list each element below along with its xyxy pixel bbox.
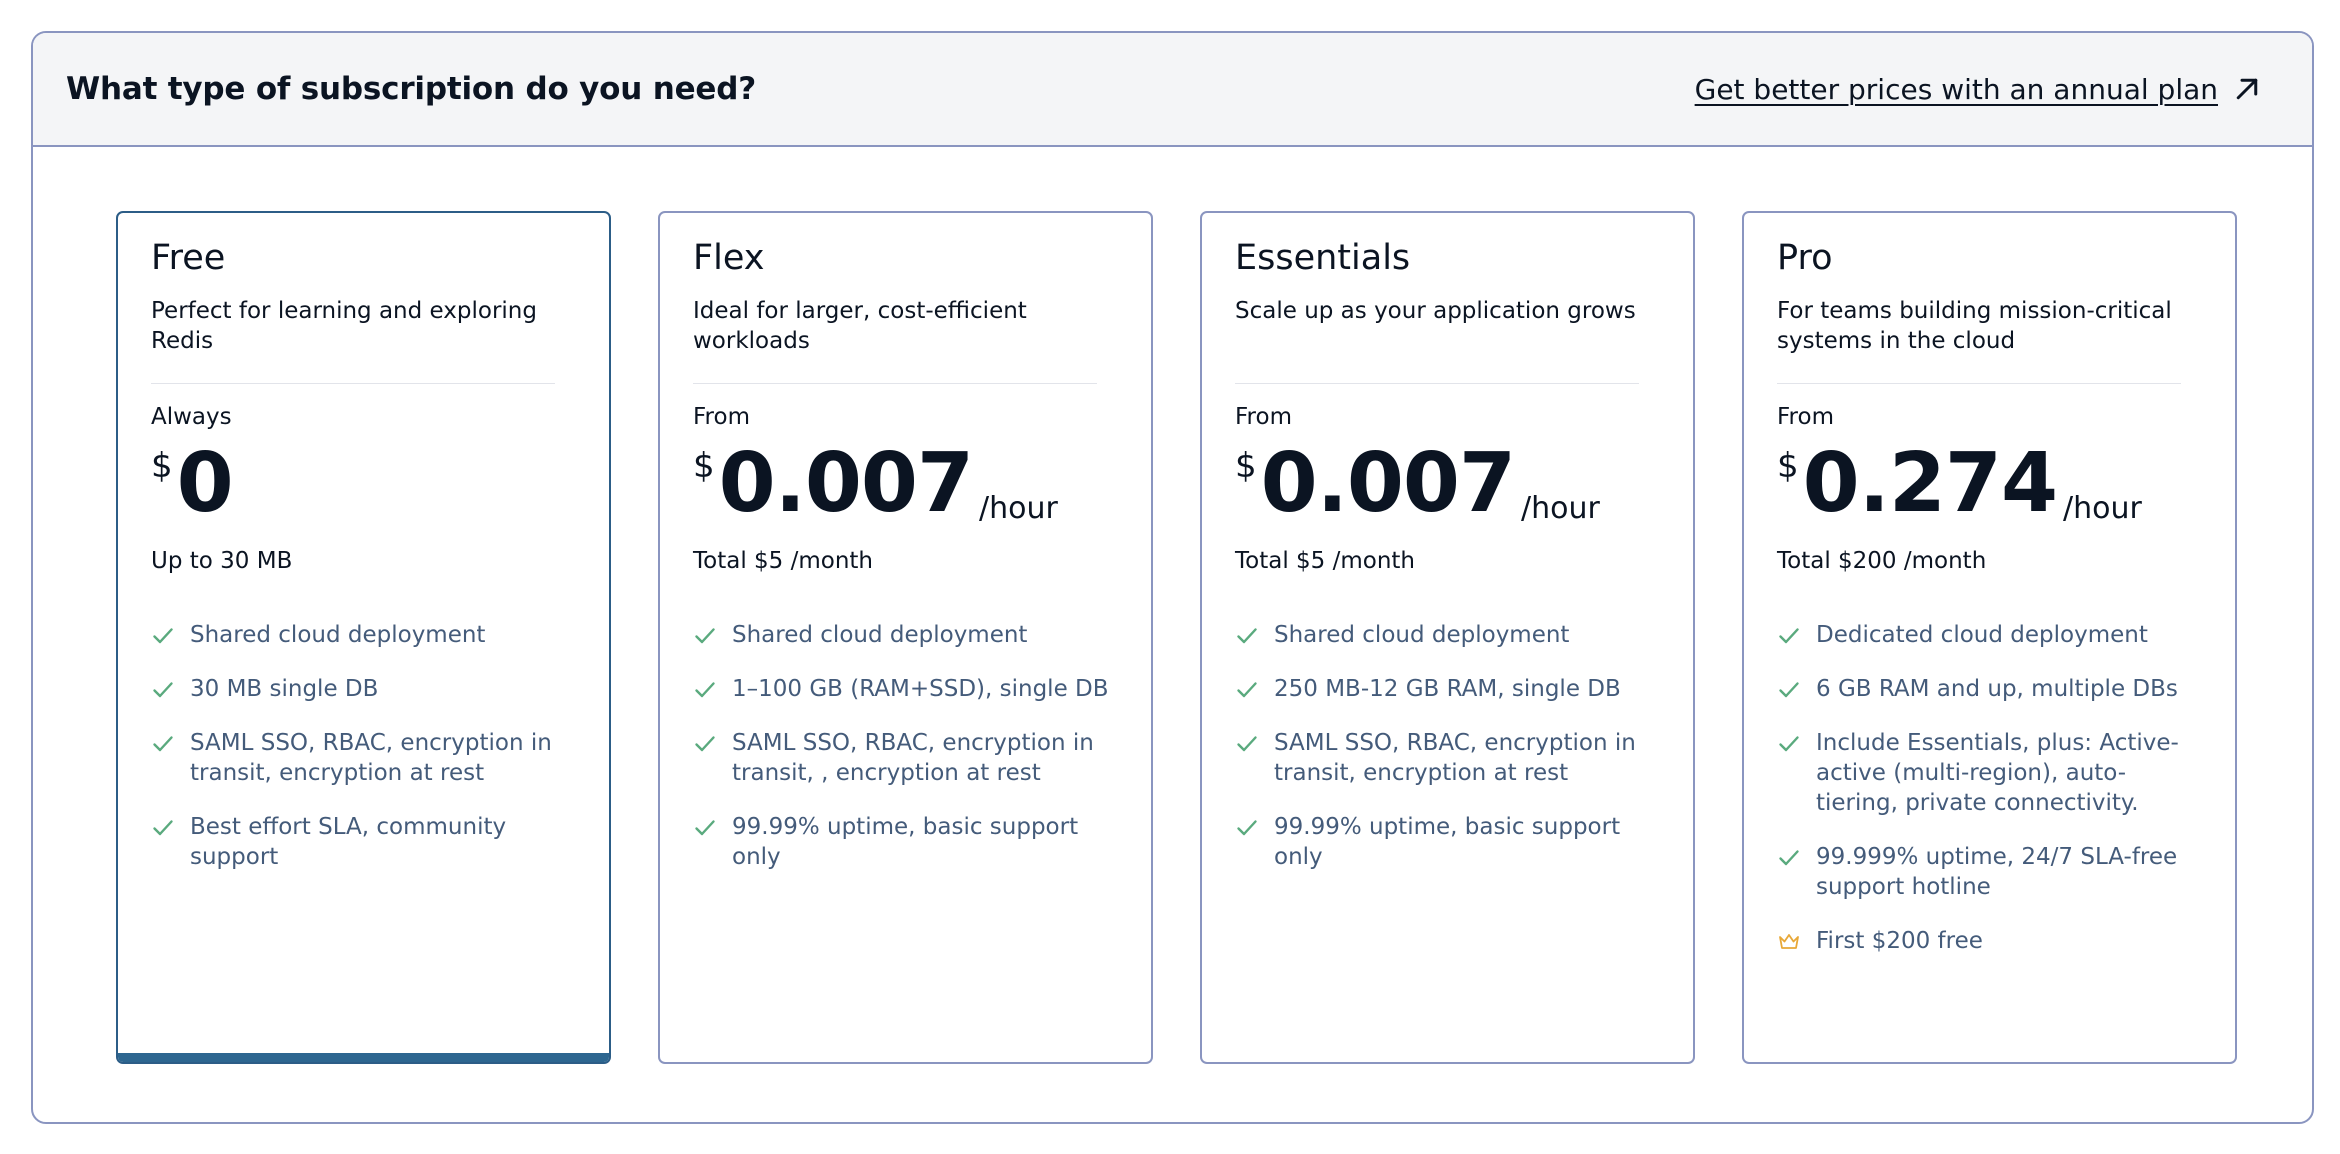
price-total: Up to 30 MB — [151, 548, 293, 574]
check-icon — [1779, 628, 1799, 644]
crown-icon — [1779, 934, 1799, 949]
check-icon — [1779, 736, 1799, 752]
price-total: Total $5 /month — [1235, 548, 1416, 574]
feature-text: 30 MB single DB — [190, 676, 379, 702]
price-currency: $ — [1777, 446, 1799, 486]
feature-text: 6 GB RAM and up, multiple DBs — [1816, 676, 2178, 702]
check-icon — [153, 820, 173, 836]
plan-card-flex[interactable]: Flex Ideal for larger, cost-efficient wor… — [658, 211, 1153, 1064]
check-icon — [695, 628, 715, 644]
check-icon — [1237, 820, 1257, 836]
price-prefix: Always — [151, 404, 232, 430]
plan-card-essentials[interactable]: Essentials Scale up as your application g… — [1200, 211, 1695, 1064]
check-icon — [1237, 628, 1257, 644]
feature-text: 99.99% uptime, basic support only — [732, 814, 1079, 870]
feature-text: Best effort SLA, community support — [190, 814, 507, 870]
price-currency: $ — [1235, 446, 1257, 486]
check-icon — [153, 682, 173, 698]
price-unit: /hour — [2063, 491, 2142, 526]
feature-item: SAML SSO, RBAC, encryption in transit, e… — [151, 728, 576, 788]
price-amount: 0.007 — [718, 436, 974, 531]
feature-text: SAML SSO, RBAC, encryption in transit, ,… — [732, 730, 1094, 786]
feature-text: SAML SSO, RBAC, encryption in transit, e… — [190, 730, 552, 786]
feature-list: Shared cloud deployment 250 MB-12 GB RAM,… — [1235, 620, 1660, 872]
divider — [1777, 383, 2181, 384]
selected-indicator — [118, 1053, 609, 1062]
price-prefix: From — [1777, 404, 1834, 430]
check-icon — [695, 736, 715, 752]
price-currency: $ — [151, 446, 173, 486]
check-icon — [695, 682, 715, 698]
feature-text: Dedicated cloud deployment — [1816, 622, 2148, 648]
price: $0.007/hour — [693, 436, 1118, 532]
price-unit: /hour — [1521, 491, 1600, 526]
feature-item: Best effort SLA, community support — [151, 812, 576, 872]
feature-text: SAML SSO, RBAC, encryption in transit, e… — [1274, 730, 1636, 786]
feature-item: 99.999% uptime, 24/7 SLA-free support ho… — [1777, 842, 2202, 902]
divider — [1235, 383, 1639, 384]
feature-item: First $200 free — [1777, 926, 2202, 956]
plan-name: Pro — [1777, 238, 1833, 278]
feature-item: Shared cloud deployment — [151, 620, 576, 650]
feature-item: Dedicated cloud deployment — [1777, 620, 2202, 650]
price-amount: 0.007 — [1260, 436, 1516, 531]
check-icon — [1237, 736, 1257, 752]
plan-name: Essentials — [1235, 238, 1411, 278]
feature-text: 250 MB-12 GB RAM, single DB — [1274, 676, 1621, 702]
subscription-panel: What type of subscription do you need? G… — [31, 31, 2314, 1124]
feature-item: 250 MB-12 GB RAM, single DB — [1235, 674, 1660, 704]
plan-description: For teams building mission-critical syst… — [1777, 298, 2172, 354]
price-total: Total $5 /month — [693, 548, 874, 574]
divider — [693, 383, 1097, 384]
plan-name: Free — [151, 238, 226, 278]
feature-item: Shared cloud deployment — [1235, 620, 1660, 650]
feature-item: 99.99% uptime, basic support only — [1235, 812, 1660, 872]
feature-item: Shared cloud deployment — [693, 620, 1118, 650]
feature-text: 99.999% uptime, 24/7 SLA-free support ho… — [1816, 844, 2178, 900]
plan-description: Perfect for learning and exploring Redis — [151, 298, 537, 354]
price-unit: /hour — [979, 491, 1058, 526]
feature-text: 99.99% uptime, basic support only — [1274, 814, 1621, 870]
check-icon — [695, 820, 715, 836]
feature-text: 1–100 GB (RAM+SSD), single DB — [732, 676, 1109, 702]
feature-item: Include Essentials, plus: Active-active … — [1777, 728, 2202, 818]
plan-card-pro[interactable]: Pro For teams building mission-critical s… — [1742, 211, 2237, 1064]
price-total: Total $200 /month — [1777, 548, 1987, 574]
check-icon — [1779, 682, 1799, 698]
price-prefix: From — [693, 404, 750, 430]
price-prefix: From — [1235, 404, 1292, 430]
plan-description: Scale up as your application grows — [1235, 298, 1636, 324]
price-amount: 0.274 — [1802, 436, 2058, 531]
feature-text: Shared cloud deployment — [190, 622, 486, 648]
price: $0 — [151, 436, 576, 532]
feature-item: 1–100 GB (RAM+SSD), single DB — [693, 674, 1118, 704]
plan-card-free[interactable]: Free Perfect for learning and exploring R… — [116, 211, 611, 1064]
feature-item: SAML SSO, RBAC, encryption in transit, e… — [1235, 728, 1660, 788]
price-currency: $ — [693, 446, 715, 486]
check-icon — [153, 628, 173, 644]
feature-item: 6 GB RAM and up, multiple DBs — [1777, 674, 2202, 704]
check-icon — [1237, 682, 1257, 698]
check-icon — [1779, 850, 1799, 866]
feature-text: Shared cloud deployment — [1274, 622, 1570, 648]
feature-item: SAML SSO, RBAC, encryption in transit, ,… — [693, 728, 1118, 788]
feature-item: 99.99% uptime, basic support only — [693, 812, 1118, 872]
price-amount: 0 — [176, 436, 234, 531]
feature-list: Dedicated cloud deployment 6 GB RAM and u… — [1777, 620, 2202, 956]
feature-list: Shared cloud deployment 30 MB single DB SA… — [151, 620, 576, 872]
feature-text: Shared cloud deployment — [732, 622, 1028, 648]
divider — [151, 383, 555, 384]
check-icon — [153, 736, 173, 752]
price: $0.274/hour — [1777, 436, 2202, 532]
feature-item: 30 MB single DB — [151, 674, 576, 704]
price: $0.007/hour — [1235, 436, 1660, 532]
plan-name: Flex — [693, 238, 765, 278]
plan-description: Ideal for larger, cost-efficient workloa… — [693, 298, 1027, 354]
feature-text: First $200 free — [1816, 928, 1983, 954]
plan-cards: Free Perfect for learning and exploring R… — [33, 33, 2312, 1122]
feature-list: Shared cloud deployment 1–100 GB (RAM+SSD… — [693, 620, 1118, 872]
feature-text: Include Essentials, plus: Active-active … — [1816, 730, 2179, 816]
